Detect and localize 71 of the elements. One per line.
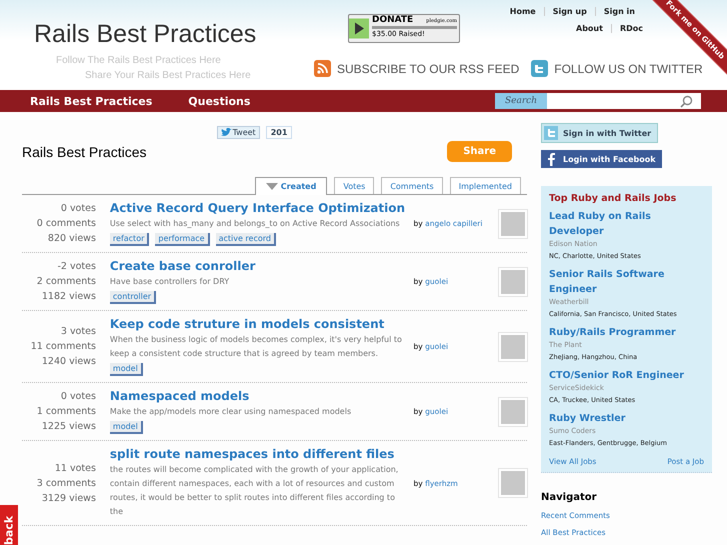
top-link[interactable]: Home bbox=[502, 7, 544, 16]
tweet-count: 201 bbox=[266, 126, 292, 139]
job-title[interactable]: Lead Ruby on Rails Developer bbox=[549, 209, 704, 239]
job-title[interactable]: Senior Rails Software Engineer bbox=[549, 267, 704, 297]
tag[interactable]: performace bbox=[155, 233, 210, 246]
site-title[interactable]: Rails Best Practices bbox=[34, 20, 314, 49]
sort-tab[interactable]: Comments bbox=[381, 177, 443, 194]
search-field[interactable]: Search bbox=[495, 93, 701, 109]
feedback-tab[interactable]: back bbox=[0, 505, 18, 545]
facebook-login-button[interactable]: Login with Facebook bbox=[541, 150, 662, 168]
comment-count: 1 comments bbox=[36, 405, 96, 419]
twitter-signin-button[interactable]: Sign in with Twitter bbox=[541, 123, 658, 143]
nav-link[interactable]: Rails Best Practices bbox=[30, 94, 152, 108]
avatar-placeholder[interactable] bbox=[499, 469, 528, 497]
sort-tab[interactable]: Votes bbox=[334, 177, 374, 194]
avatar-placeholder[interactable] bbox=[499, 268, 528, 296]
avatar-placeholder[interactable] bbox=[499, 332, 528, 360]
vote-count: 0 votes bbox=[60, 202, 96, 216]
donate-label: DONATE bbox=[372, 15, 414, 25]
nav-link[interactable]: Questions bbox=[188, 94, 250, 108]
view-count: 3129 views bbox=[42, 492, 96, 506]
comment-count: 3 comments bbox=[36, 476, 96, 490]
tag[interactable]: active record bbox=[216, 233, 276, 246]
post-title[interactable]: Create base conroller bbox=[110, 259, 406, 273]
navigator-heading: Navigator bbox=[541, 492, 598, 503]
tag[interactable]: refactor bbox=[110, 233, 150, 246]
caret-icon bbox=[266, 183, 278, 190]
top-link[interactable]: Sign in bbox=[594, 7, 643, 16]
vote-count: 0 votes bbox=[60, 390, 96, 404]
facebook-icon bbox=[545, 152, 557, 166]
tag[interactable]: model bbox=[110, 421, 143, 434]
view-count: 1240 views bbox=[42, 355, 96, 369]
comment-count: 2 comments bbox=[36, 275, 96, 289]
post-summary: Have base controllers for DRY bbox=[110, 276, 230, 288]
rss-icon[interactable] bbox=[314, 60, 331, 77]
post-title[interactable]: split route namespaces into different files bbox=[110, 447, 406, 461]
page-title: Rails Best Practices bbox=[22, 144, 146, 160]
search-icon[interactable] bbox=[680, 94, 693, 108]
job-title[interactable]: Ruby Wrestler bbox=[549, 411, 704, 426]
tagline: Follow The Rails Best Practices Here bbox=[56, 55, 222, 66]
tag[interactable]: controller bbox=[110, 291, 156, 304]
post-summary: Use select with has_many and belongs_to on Active Record Associations bbox=[110, 218, 401, 230]
job-title[interactable]: CTO/Senior RoR Engineer bbox=[549, 368, 704, 383]
share-button[interactable]: Share bbox=[447, 141, 512, 162]
comment-count: 0 comments bbox=[36, 217, 96, 231]
view-count: 1182 views bbox=[42, 290, 96, 304]
avatar-placeholder[interactable] bbox=[499, 210, 528, 238]
tagline: Share Your Rails Best Practices Here bbox=[85, 70, 252, 81]
post-title[interactable]: Namespaced models bbox=[110, 389, 406, 403]
sort-tab[interactable]: Created bbox=[254, 177, 328, 195]
post-title[interactable]: Keep code struture in models consistent bbox=[110, 317, 406, 331]
vote-count: -2 votes bbox=[57, 260, 96, 274]
sort-tab[interactable]: Implemented bbox=[450, 177, 521, 194]
top-link[interactable]: Sign up bbox=[544, 7, 595, 16]
view-count: 1225 views bbox=[42, 420, 96, 434]
top-link[interactable]: About bbox=[568, 24, 611, 33]
comment-count: 11 comments bbox=[30, 340, 96, 354]
jobs-heading: Top Ruby and Rails Jobs bbox=[549, 193, 678, 204]
post-title[interactable]: Active Record Query Interface Optimization bbox=[110, 201, 406, 215]
vote-count: 11 votes bbox=[54, 462, 96, 476]
tag[interactable]: model bbox=[110, 363, 143, 376]
rss-link[interactable]: SUBSCRIBE TO OUR RSS FEED bbox=[337, 62, 520, 76]
post-summary: Make the app/models more clear using namespaced models bbox=[110, 406, 352, 418]
avatar-placeholder[interactable] bbox=[499, 398, 528, 426]
tweet-button[interactable]: Tweet bbox=[216, 126, 260, 139]
vote-count: 3 votes bbox=[60, 325, 96, 339]
job-title[interactable]: Ruby/Rails Programmer bbox=[549, 325, 704, 340]
post-summary: When the business logic of models becomes complex, it's very helpful to keep a consistent code structure that is agreed by team members. bbox=[110, 334, 403, 360]
post-summary: the routes will become complicated with the growth of your application, contain different namespaces, each with a lot of resources and custom routes, it would be better to split routes into different files according to the bbox=[110, 464, 400, 518]
view-count: 820 views bbox=[48, 232, 96, 246]
top-link[interactable]: RDoc bbox=[610, 24, 651, 33]
